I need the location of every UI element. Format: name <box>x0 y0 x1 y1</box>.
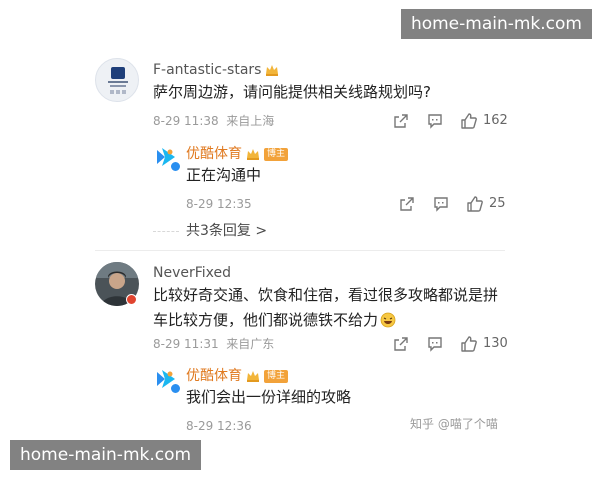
thumbs-up-icon[interactable] <box>460 335 478 353</box>
reply-author[interactable]: 优酷体育 博主 <box>186 145 289 163</box>
comment-text: 萨尔周边游，请问能提供相关线路规划吗? <box>153 83 431 101</box>
comment-meta: 8-29 11:31 来自广东 <box>153 336 274 352</box>
avatar[interactable] <box>95 58 139 102</box>
crown-icon <box>247 371 259 382</box>
blogger-badge: 博主 <box>264 147 289 161</box>
comment-location: 来自上海 <box>226 114 275 128</box>
reply-text: 正在沟通中 <box>186 166 262 184</box>
more-replies-link[interactable]: 共3条回复 > <box>186 222 267 240</box>
comment-author[interactable]: F-antastic-stars <box>153 61 279 79</box>
reply-author-name[interactable]: 优酷体育 <box>186 368 242 384</box>
thumbs-up-icon[interactable] <box>460 112 478 130</box>
verified-icon <box>170 161 181 172</box>
reply-time: 8-29 12:36 <box>186 419 252 433</box>
crown-icon <box>266 65 279 76</box>
divider <box>95 250 505 251</box>
comment-icon[interactable] <box>427 336 443 352</box>
comment-meta: 8-29 11:38 来自上海 <box>153 113 274 129</box>
comment-icon[interactable] <box>433 196 449 212</box>
reply-author-name[interactable]: 优酷体育 <box>186 146 242 162</box>
comment-time: 8-29 11:38 <box>153 114 219 128</box>
comment-text-line-1: 比较好奇交通、饮食和住宿，看过很多攻略都说是拼 <box>153 286 499 304</box>
laughing-emoji-icon <box>380 312 396 328</box>
watermark-top: home-main-mk.com <box>400 9 592 39</box>
share-icon[interactable] <box>399 196 415 212</box>
comment-text-line-2-content: 车比较方便，他们都说德铁不给力 <box>153 311 379 329</box>
reply-time: 8-29 12:35 <box>186 197 252 211</box>
like-count: 130 <box>483 336 508 351</box>
comment-author[interactable]: NeverFixed <box>153 264 231 282</box>
comment-location: 来自广东 <box>226 337 275 351</box>
verified-icon <box>126 294 137 305</box>
comment-text-line-2: 车比较方便，他们都说德铁不给力 <box>153 308 396 333</box>
verified-icon <box>170 383 181 394</box>
thumbs-up-icon[interactable] <box>466 195 484 213</box>
comment-author-name[interactable]: F-antastic-stars <box>153 62 261 78</box>
crown-icon <box>247 149 259 160</box>
share-icon[interactable] <box>393 336 409 352</box>
avatar-logo-icon <box>108 67 128 94</box>
divider <box>153 231 179 232</box>
zhihu-watermark: 知乎 @喵了个喵 <box>410 417 498 431</box>
comment-icon[interactable] <box>427 113 443 129</box>
like-count: 162 <box>483 113 508 128</box>
like-count: 25 <box>489 196 506 211</box>
blogger-badge: 博主 <box>264 369 289 383</box>
share-icon[interactable] <box>393 113 409 129</box>
watermark-bottom: home-main-mk.com <box>10 440 202 470</box>
reply-text: 我们会出一份详细的攻略 <box>186 388 352 406</box>
reply-author[interactable]: 优酷体育 博主 <box>186 367 289 385</box>
comment-time: 8-29 11:31 <box>153 337 219 351</box>
